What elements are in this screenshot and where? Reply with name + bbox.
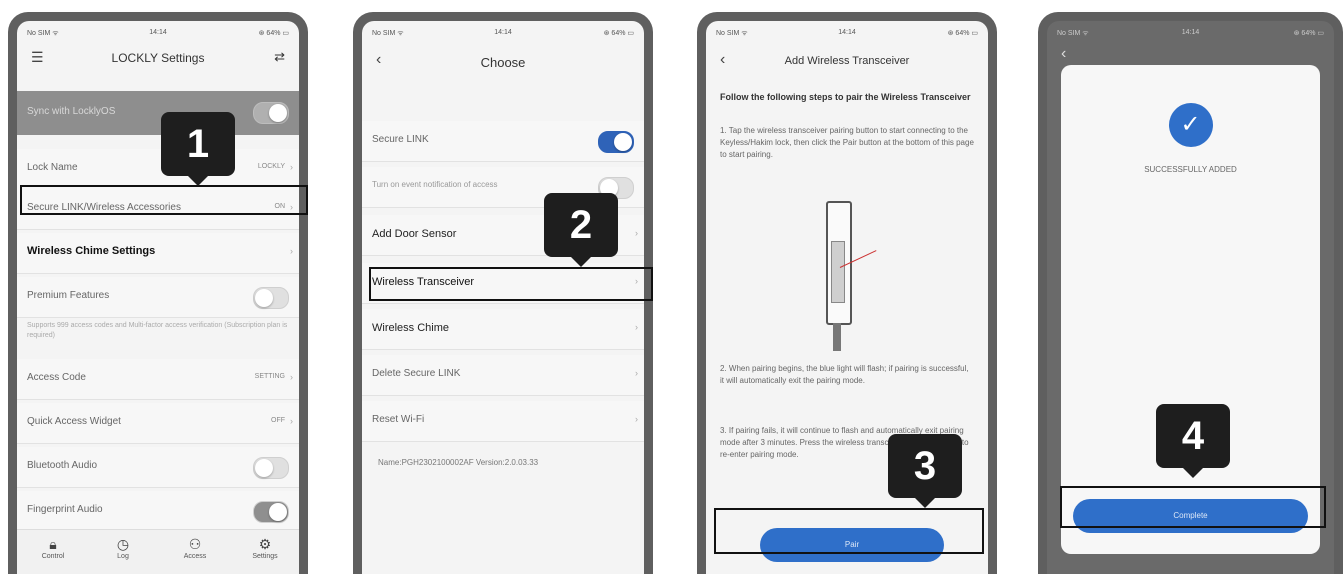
secure-link-toggle-row: Secure LINK — [362, 121, 644, 162]
premium-note: Supports 999 access codes and Multi-fact… — [27, 322, 288, 339]
fp-audio-toggle[interactable] — [253, 501, 289, 523]
back-icon[interactable]: ‹ — [1061, 45, 1066, 63]
chevron-right-icon: › — [635, 368, 638, 378]
chevron-right-icon: › — [635, 414, 638, 424]
chime-settings-row[interactable]: Wireless Chime Settings › — [17, 233, 299, 274]
chevron-right-icon: › — [290, 416, 293, 426]
chevron-right-icon: › — [635, 228, 638, 238]
back-icon[interactable]: ‹ — [720, 51, 725, 69]
instruction-step-2: 2. When pairing begins, the blue light w… — [720, 364, 969, 385]
toggle-knob — [255, 289, 273, 307]
tab-bar: 🔒︎ Control ◷ Log ⚇ Access ⚙ Settings — [17, 529, 299, 574]
toggle-knob — [255, 459, 273, 477]
device-name-version: Name:PGH2302100002AF Version:2.0.03.33 — [378, 458, 539, 467]
settings-titlebar: ☰ LOCKLY Settings ⇄ — [17, 47, 299, 69]
page-title: Add Wireless Transceiver — [784, 55, 910, 67]
page-title: Choose — [480, 55, 526, 70]
settings-screen: No SIM ᯤ 14:14 ⊛ 64% ▭ ☰ LOCKLY Settings… — [17, 21, 299, 574]
tab-access[interactable]: ⚇ Access — [165, 536, 225, 560]
instruction-step-1: 1. Tap the wireless transceiver pairing … — [720, 126, 974, 159]
phone-panel-settings: No SIM ᯤ 14:14 ⊛ 64% ▭ ☰ LOCKLY Settings… — [8, 12, 308, 574]
transceiver-window — [831, 241, 845, 303]
fp-audio-row: Fingerprint Audio — [17, 491, 299, 532]
page-title: LOCKLY Settings — [111, 51, 205, 65]
complete-button-highlight — [1060, 486, 1326, 528]
chevron-right-icon: › — [290, 246, 293, 256]
gear-icon: ⚙ — [258, 536, 272, 552]
toggle-knob — [614, 133, 632, 151]
instructions-heading: Follow the following steps to pair the W… — [720, 92, 971, 102]
bt-audio-toggle[interactable] — [253, 457, 289, 479]
access-code-row[interactable]: Access Code SETTING › — [17, 359, 299, 400]
bt-audio-row: Bluetooth Audio — [17, 447, 299, 488]
sync-label: Sync with LocklyOS — [27, 106, 116, 117]
add-transceiver-titlebar: ‹ Add Wireless Transceiver — [706, 51, 988, 73]
tab-settings[interactable]: ⚙ Settings — [235, 536, 295, 560]
success-message: SUCCESSFULLY ADDED — [1144, 165, 1237, 174]
menu-icon[interactable]: ☰ — [31, 49, 44, 66]
widget-row[interactable]: Quick Access Widget OFF › — [17, 403, 299, 444]
transceiver-cable — [833, 323, 841, 351]
clock-icon: ◷ — [116, 536, 130, 552]
premium-row: Premium Features — [17, 277, 299, 318]
step-callout-3: 3 — [888, 434, 962, 508]
secure-link-toggle[interactable] — [598, 131, 634, 153]
toggle-knob — [269, 104, 287, 122]
step-callout-4: 4 — [1156, 404, 1230, 478]
step-callout-2: 2 — [544, 193, 618, 267]
chevron-right-icon: › — [290, 162, 293, 172]
tab-control[interactable]: 🔒︎ Control — [23, 536, 83, 560]
reset-wifi-row[interactable]: Reset Wi-Fi › — [362, 401, 644, 442]
chevron-right-icon: › — [290, 372, 293, 382]
tab-log[interactable]: ◷ Log — [93, 536, 153, 560]
delete-secure-link-row[interactable]: Delete Secure LINK › — [362, 355, 644, 396]
lock-name-row[interactable]: Lock Name LOCKLY › — [17, 149, 299, 190]
success-card: ✓ SUCCESSFULLY ADDED Complete — [1061, 65, 1320, 554]
premium-toggle[interactable] — [253, 287, 289, 309]
success-check-icon: ✓ — [1168, 103, 1213, 147]
sync-row: Sync with LocklyOS — [17, 91, 299, 135]
toggle-knob — [269, 503, 287, 521]
back-icon[interactable]: ‹ — [376, 51, 381, 69]
swap-icon[interactable]: ⇄ — [274, 49, 285, 65]
choose-titlebar: ‹ Choose — [362, 51, 644, 73]
secure-link-highlight — [20, 185, 308, 215]
step-callout-1: 1 — [161, 112, 235, 186]
chevron-right-icon: › — [635, 322, 638, 332]
users-icon: ⚇ — [188, 536, 202, 552]
wireless-transceiver-highlight — [369, 267, 653, 301]
transceiver-illustration — [816, 201, 886, 351]
sync-toggle[interactable] — [253, 102, 289, 124]
lock-icon: 🔒︎ — [49, 536, 57, 552]
pair-button-highlight — [714, 508, 984, 554]
wireless-chime-row[interactable]: Wireless Chime › — [362, 309, 644, 350]
